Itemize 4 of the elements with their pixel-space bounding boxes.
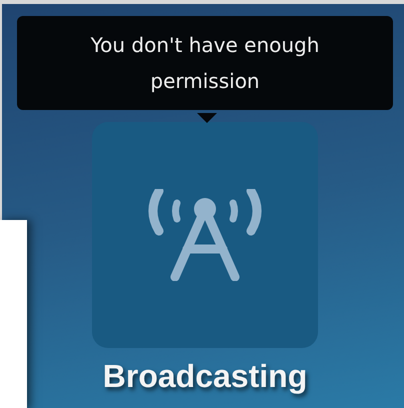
tooltip: You don't have enough permission bbox=[17, 16, 393, 110]
app-label: Broadcasting bbox=[102, 358, 308, 395]
antenna-icon bbox=[147, 189, 263, 281]
tooltip-arrow bbox=[197, 113, 217, 123]
